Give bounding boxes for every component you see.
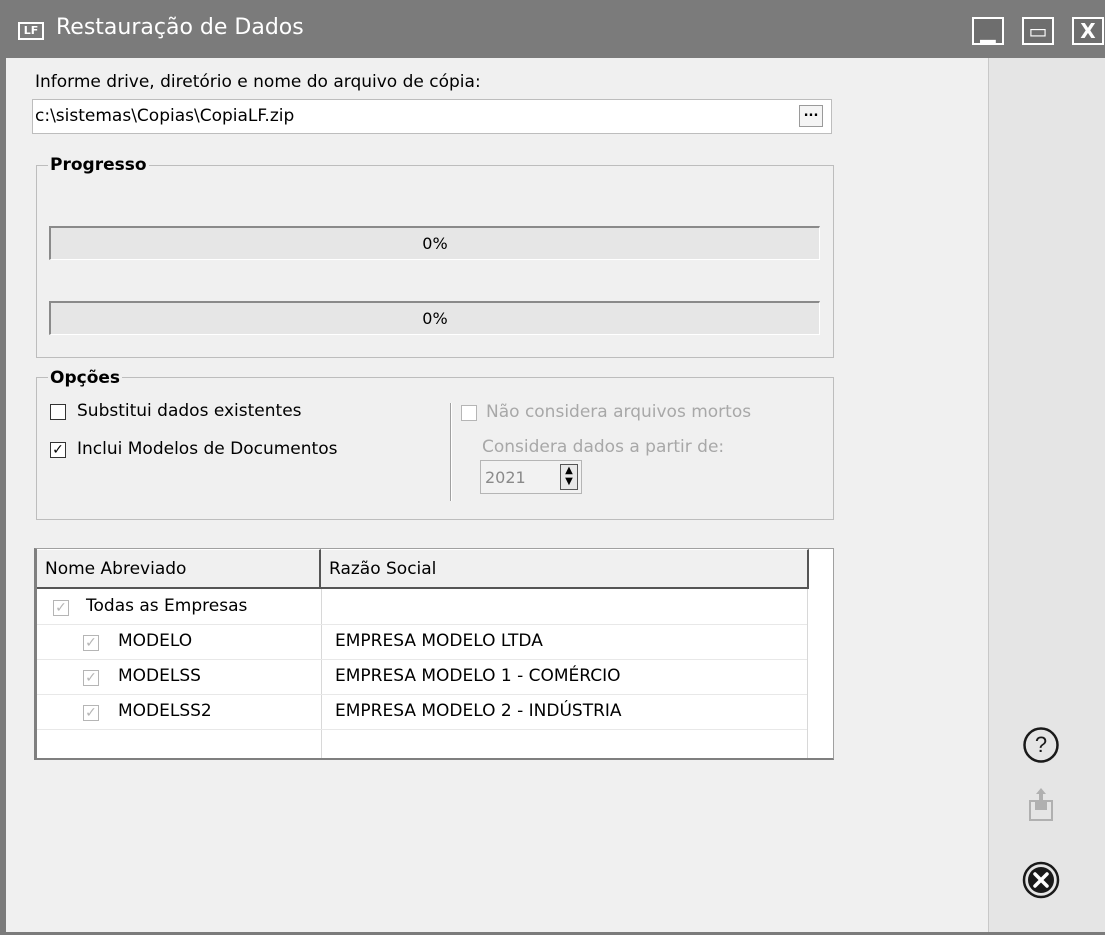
progress-legend: Progresso xyxy=(48,155,149,175)
row-checkbox[interactable]: ✓ xyxy=(53,600,69,616)
spin-updown-icon[interactable]: ▲ ▼ xyxy=(560,464,578,490)
close-circle-icon[interactable] xyxy=(1021,860,1061,900)
browse-button[interactable]: ... xyxy=(799,105,823,127)
table-row[interactable]: ✓ Todas as Empresas xyxy=(37,590,807,624)
row-checkbox[interactable]: ✓ xyxy=(83,705,99,721)
file-path-value[interactable]: c:\sistemas\Copias\CopiaLF.zip xyxy=(35,106,294,126)
modelos-label[interactable]: Inclui Modelos de Documentos xyxy=(77,439,337,459)
table-row[interactable]: ✓ MODELSS EMPRESA MODELO 1 - COMÉRCIO xyxy=(37,660,807,694)
help-icon[interactable]: ? xyxy=(1022,726,1060,764)
maximize-icon: ▭ xyxy=(1028,19,1048,43)
progress-bar-2: 0% xyxy=(49,301,820,335)
substitui-checkbox[interactable] xyxy=(50,404,66,420)
column-header-razao[interactable]: Razão Social xyxy=(321,549,809,589)
maximize-button[interactable]: ▭ xyxy=(1022,17,1054,45)
window-title: Restauração de Dados xyxy=(56,15,304,40)
file-path-field[interactable]: c:\sistemas\Copias\CopiaLF.zip ... xyxy=(32,99,832,134)
app-icon: LF xyxy=(18,22,44,40)
row-checkbox[interactable]: ✓ xyxy=(83,670,99,686)
file-path-label: Informe drive, diretório e nome do arqui… xyxy=(35,72,481,92)
svg-text:?: ? xyxy=(1035,732,1047,757)
grid-right-divider xyxy=(807,589,808,758)
row-divider xyxy=(37,729,807,730)
close-icon: X xyxy=(1080,19,1096,43)
minimize-icon: ▁ xyxy=(980,19,996,43)
progress-bar-1-label: 0% xyxy=(422,234,448,253)
row-nome: MODELO xyxy=(118,631,193,651)
row-razao: EMPRESA MODELO 1 - COMÉRCIO xyxy=(335,666,621,686)
title-bar[interactable]: LF Restauração de Dados ▁ ▭ X xyxy=(6,0,1105,58)
year-value[interactable]: 2021 xyxy=(485,468,526,487)
row-nome: Todas as Empresas xyxy=(86,596,248,616)
row-razao: EMPRESA MODELO LTDA xyxy=(335,631,543,651)
modelos-checkbox[interactable]: ✓ xyxy=(50,442,66,458)
options-separator xyxy=(450,403,452,501)
column-header-nome[interactable]: Nome Abreviado xyxy=(37,549,321,589)
options-legend: Opções xyxy=(48,368,123,388)
table-row[interactable]: ✓ MODELO EMPRESA MODELO LTDA xyxy=(37,625,807,659)
arquivos-mortos-checkbox[interactable] xyxy=(461,405,477,421)
substitui-label[interactable]: Substitui dados existentes xyxy=(77,401,302,421)
row-nome: MODELSS2 xyxy=(118,701,212,721)
minimize-button[interactable]: ▁ xyxy=(972,17,1004,45)
progress-bar-1: 0% xyxy=(49,226,820,260)
close-window-button[interactable]: X xyxy=(1072,17,1104,45)
arquivos-mortos-label[interactable]: Não considera arquivos mortos xyxy=(486,402,751,422)
row-razao: EMPRESA MODELO 2 - INDÚSTRIA xyxy=(335,701,622,721)
table-row[interactable]: ✓ MODELSS2 EMPRESA MODELO 2 - INDÚSTRIA xyxy=(37,695,807,729)
progress-bar-2-label: 0% xyxy=(422,309,448,328)
row-nome: MODELSS xyxy=(118,666,201,686)
row-checkbox[interactable]: ✓ xyxy=(83,635,99,651)
company-grid[interactable]: Nome Abreviado Razão Social ✓ Todas as E… xyxy=(34,548,834,760)
export-icon[interactable] xyxy=(1028,786,1054,822)
considera-label: Considera dados a partir de: xyxy=(482,437,725,457)
year-spinner[interactable]: 2021 ▲ ▼ xyxy=(480,460,582,494)
